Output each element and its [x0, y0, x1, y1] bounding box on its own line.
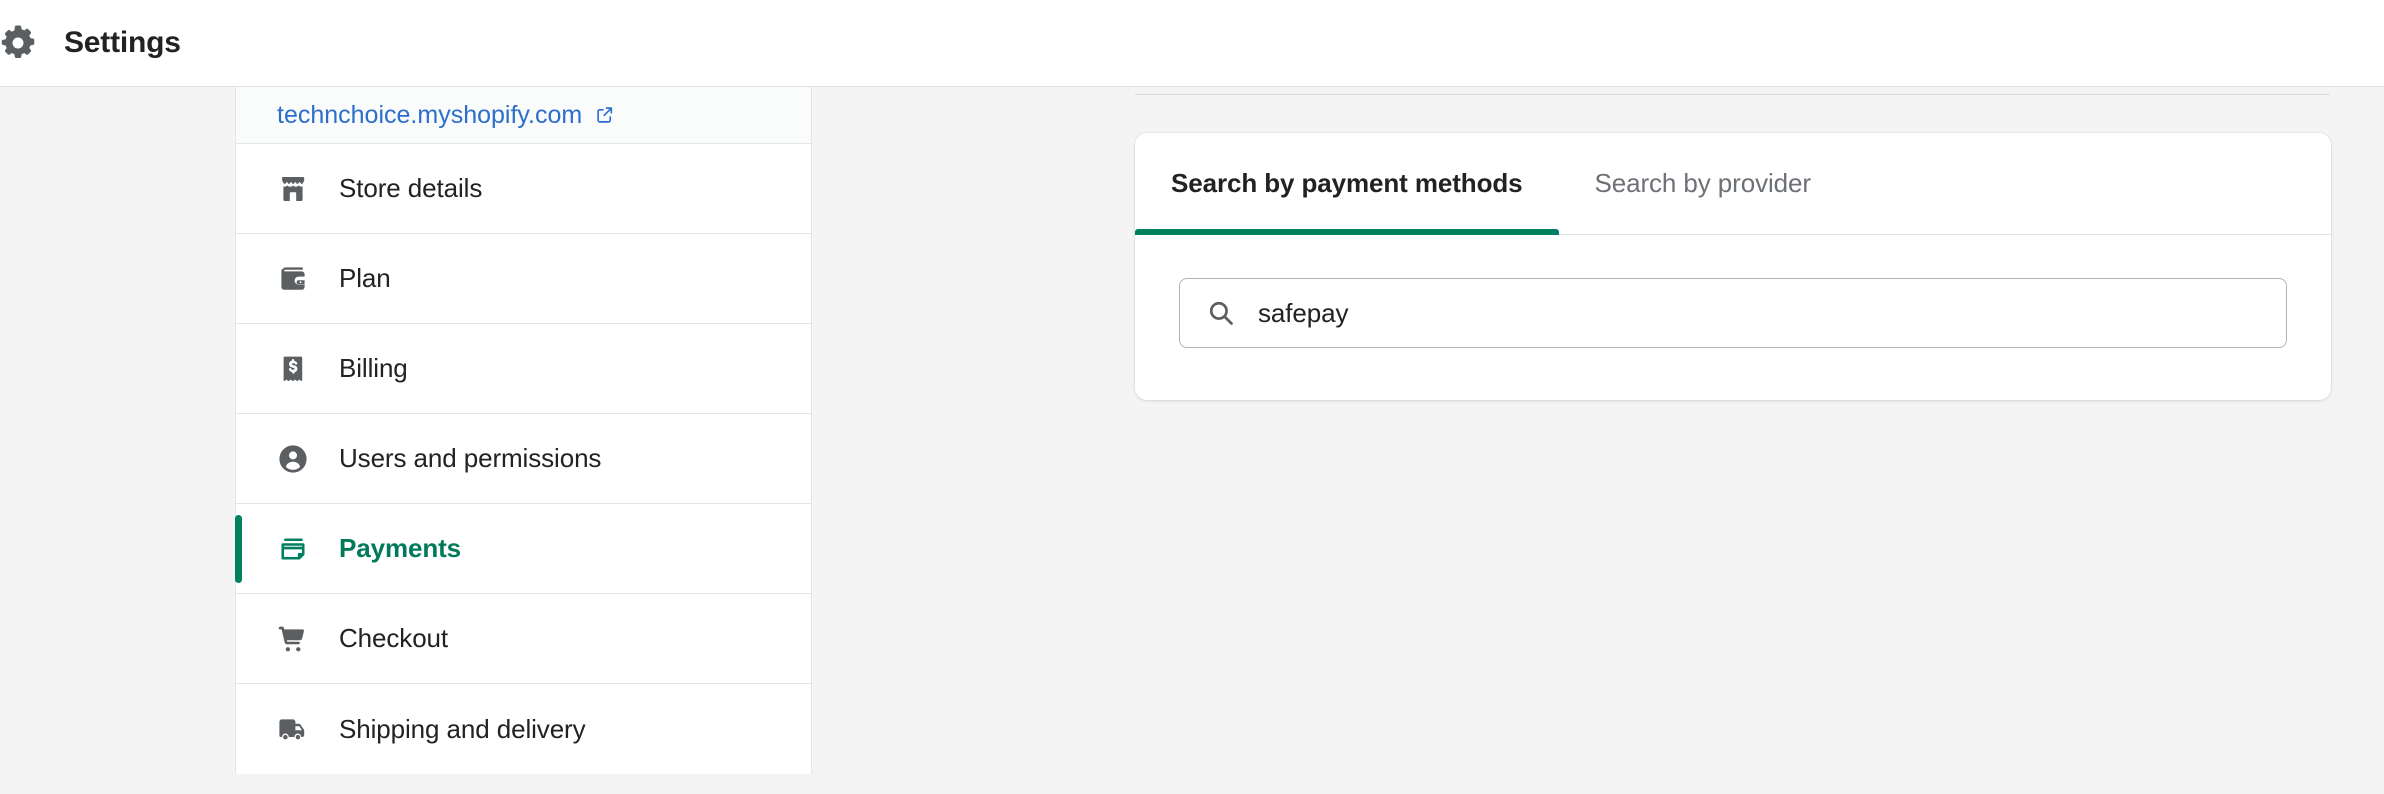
- search-icon: [1206, 298, 1236, 328]
- app-header: Settings: [0, 0, 2384, 87]
- payment-provider-search-card: Search by payment methods Search by prov…: [1135, 133, 2331, 400]
- search-input[interactable]: safepay: [1179, 278, 2287, 348]
- tab-search-by-provider[interactable]: Search by provider: [1559, 133, 1847, 234]
- page-body: technchoice.myshopify.com Store details …: [0, 87, 2384, 794]
- sidebar-item-users-and-permissions[interactable]: Users and permissions: [236, 414, 811, 504]
- storefront-icon: [277, 173, 309, 205]
- store-url-row[interactable]: technchoice.myshopify.com: [236, 87, 811, 144]
- sidebar-item-billing[interactable]: Billing: [236, 324, 811, 414]
- search-section: safepay: [1135, 235, 2331, 400]
- search-input-value: safepay: [1258, 297, 1349, 328]
- sidebar-item-label: Shipping and delivery: [339, 713, 586, 744]
- external-link-icon: [594, 104, 616, 126]
- person-circle-icon: [277, 443, 309, 475]
- store-url-link[interactable]: technchoice.myshopify.com: [277, 100, 616, 129]
- credit-card-icon: [277, 533, 309, 565]
- settings-sidebar: technchoice.myshopify.com Store details …: [235, 87, 812, 774]
- tab-label: Search by payment methods: [1171, 168, 1523, 198]
- sidebar-item-label: Payments: [339, 533, 462, 563]
- tab-active-underline: [1135, 229, 1559, 235]
- sidebar-item-label: Billing: [339, 353, 408, 383]
- sidebar-item-payments[interactable]: Payments: [235, 504, 811, 594]
- receipt-dollar-icon: [277, 353, 309, 385]
- delivery-truck-icon: [277, 713, 309, 745]
- sidebar-item-label: Users and permissions: [339, 443, 602, 473]
- store-url-text: technchoice.myshopify.com: [277, 100, 583, 129]
- wallet-icon: [277, 263, 309, 295]
- sidebar-item-checkout[interactable]: Checkout: [236, 594, 811, 684]
- sidebar-item-label: Store details: [339, 173, 483, 203]
- active-indicator: [235, 515, 242, 583]
- sidebar-item-label: Plan: [339, 263, 391, 293]
- sidebar-item-store-details[interactable]: Store details: [236, 144, 811, 234]
- payments-main-content: Search by payment methods Search by prov…: [812, 87, 2384, 794]
- settings-page: Settings technchoice.myshopify.com Store…: [0, 0, 2384, 794]
- tab-search-by-payment-methods[interactable]: Search by payment methods: [1135, 133, 1559, 235]
- page-title: Settings: [64, 26, 181, 59]
- gear-icon: [0, 21, 40, 65]
- content-divider: [1135, 94, 2330, 95]
- sidebar-item-shipping-and-delivery[interactable]: Shipping and delivery: [236, 684, 811, 774]
- sidebar-item-label: Checkout: [339, 623, 449, 653]
- tab-label: Search by provider: [1594, 168, 1812, 198]
- search-tabs: Search by payment methods Search by prov…: [1135, 133, 2331, 235]
- sidebar-item-plan[interactable]: Plan: [236, 234, 811, 324]
- shopping-cart-icon: [277, 623, 309, 655]
